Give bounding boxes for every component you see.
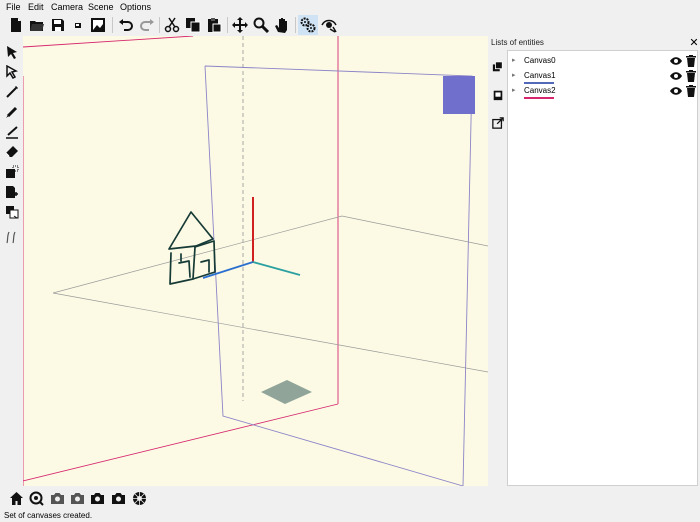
camera-icon[interactable] bbox=[109, 489, 127, 507]
canvas1-frame bbox=[204, 65, 473, 486]
house-sketch bbox=[168, 211, 216, 285]
line-pen-icon[interactable] bbox=[3, 123, 20, 140]
status-message: Set of canvases created. bbox=[4, 511, 93, 520]
canvas2-color-underline bbox=[524, 97, 554, 99]
export-image-icon[interactable] bbox=[88, 15, 108, 35]
undo-icon[interactable] bbox=[116, 15, 136, 35]
menu-file[interactable]: File bbox=[6, 2, 21, 12]
scene-viewport[interactable] bbox=[23, 36, 488, 486]
floor-patch bbox=[261, 380, 312, 404]
toolbar-separator bbox=[159, 17, 160, 33]
canvas-stack-icon[interactable] bbox=[491, 88, 505, 102]
entities-panel: Lists of entities ✕ ▸ Canvas0 ▸ Canvas1 … bbox=[489, 36, 700, 486]
aperture-icon[interactable] bbox=[130, 489, 148, 507]
entity-row-canvas2[interactable]: ▸ Canvas2 bbox=[508, 84, 697, 99]
external-window-icon[interactable] bbox=[491, 116, 505, 130]
canvas-add-icon[interactable] bbox=[3, 163, 20, 180]
visibility-eye-icon[interactable] bbox=[670, 86, 682, 96]
select-arrow-icon[interactable] bbox=[3, 43, 20, 60]
open-folder-icon[interactable] bbox=[27, 15, 47, 35]
pen-icon[interactable] bbox=[3, 83, 20, 100]
camera-icon[interactable] bbox=[68, 489, 86, 507]
menu-edit[interactable]: Edit bbox=[28, 2, 44, 12]
expand-arrow-icon[interactable]: ▸ bbox=[512, 56, 516, 64]
settings-gears-icon[interactable] bbox=[298, 15, 318, 35]
select-multiple-icon[interactable] bbox=[3, 63, 20, 80]
panel-icon-strip bbox=[489, 50, 507, 486]
visibility-eye-icon[interactable] bbox=[670, 56, 682, 66]
menu-camera[interactable]: Camera bbox=[51, 2, 83, 12]
entity-label: Canvas0 bbox=[524, 56, 556, 65]
toolbar-separator bbox=[112, 17, 113, 33]
ground-grid bbox=[52, 215, 488, 373]
zoom-fit-icon[interactable] bbox=[27, 489, 45, 507]
home-view-icon[interactable] bbox=[7, 489, 25, 507]
scene-canvas[interactable] bbox=[23, 36, 488, 486]
camera-icon[interactable] bbox=[48, 489, 66, 507]
panel-close-icon[interactable]: ✕ bbox=[688, 36, 700, 49]
delete-trash-icon[interactable] bbox=[686, 70, 696, 82]
pan-hand-icon[interactable] bbox=[272, 15, 292, 35]
entity-label: Canvas1 bbox=[524, 71, 556, 80]
delete-trash-icon[interactable] bbox=[686, 85, 696, 97]
status-bar: Set of canvases created. bbox=[0, 510, 700, 522]
small-save-icon[interactable] bbox=[68, 15, 88, 35]
copy-icon[interactable] bbox=[183, 15, 203, 35]
canvas1-color-square bbox=[443, 76, 475, 114]
toolbar-separator bbox=[227, 17, 228, 33]
visibility-eye-icon[interactable] bbox=[670, 71, 682, 81]
delete-trash-icon[interactable] bbox=[686, 55, 696, 67]
canvas-copy-icon[interactable] bbox=[3, 203, 20, 220]
view-eye-icon[interactable] bbox=[319, 15, 339, 35]
camera-toolbar bbox=[0, 486, 700, 510]
paste-icon[interactable] bbox=[204, 15, 224, 35]
layers-icon[interactable] bbox=[491, 60, 505, 74]
eraser-icon[interactable] bbox=[3, 143, 20, 160]
menu-bar: File Edit Camera Scene Options bbox=[0, 0, 700, 14]
save-icon[interactable] bbox=[48, 15, 68, 35]
redo-icon[interactable] bbox=[137, 15, 157, 35]
entity-label: Canvas2 bbox=[524, 86, 556, 95]
left-toolbar bbox=[0, 36, 23, 486]
menu-options[interactable]: Options bbox=[120, 2, 151, 12]
canvas-import-icon[interactable] bbox=[3, 183, 20, 200]
cut-icon[interactable] bbox=[162, 15, 182, 35]
camera-icon[interactable] bbox=[88, 489, 106, 507]
axis-teal bbox=[252, 261, 301, 276]
move-icon[interactable] bbox=[230, 15, 250, 35]
axis-blue bbox=[202, 261, 254, 279]
entity-list: ▸ Canvas0 ▸ Canvas1 ▸ Canvas2 bbox=[507, 50, 698, 486]
zoom-icon[interactable] bbox=[251, 15, 271, 35]
main-toolbar bbox=[0, 14, 700, 36]
menu-scene[interactable]: Scene bbox=[88, 2, 114, 12]
brush-icon[interactable] bbox=[3, 103, 20, 120]
new-file-icon[interactable] bbox=[6, 15, 26, 35]
entity-row-canvas0[interactable]: ▸ Canvas0 bbox=[508, 54, 697, 69]
toolbar-separator bbox=[295, 17, 296, 33]
entity-row-canvas1[interactable]: ▸ Canvas1 bbox=[508, 69, 697, 84]
stroke-icon[interactable] bbox=[3, 228, 20, 245]
panel-title: Lists of entities bbox=[491, 38, 544, 47]
expand-arrow-icon[interactable]: ▸ bbox=[512, 86, 516, 94]
expand-arrow-icon[interactable]: ▸ bbox=[512, 71, 516, 79]
